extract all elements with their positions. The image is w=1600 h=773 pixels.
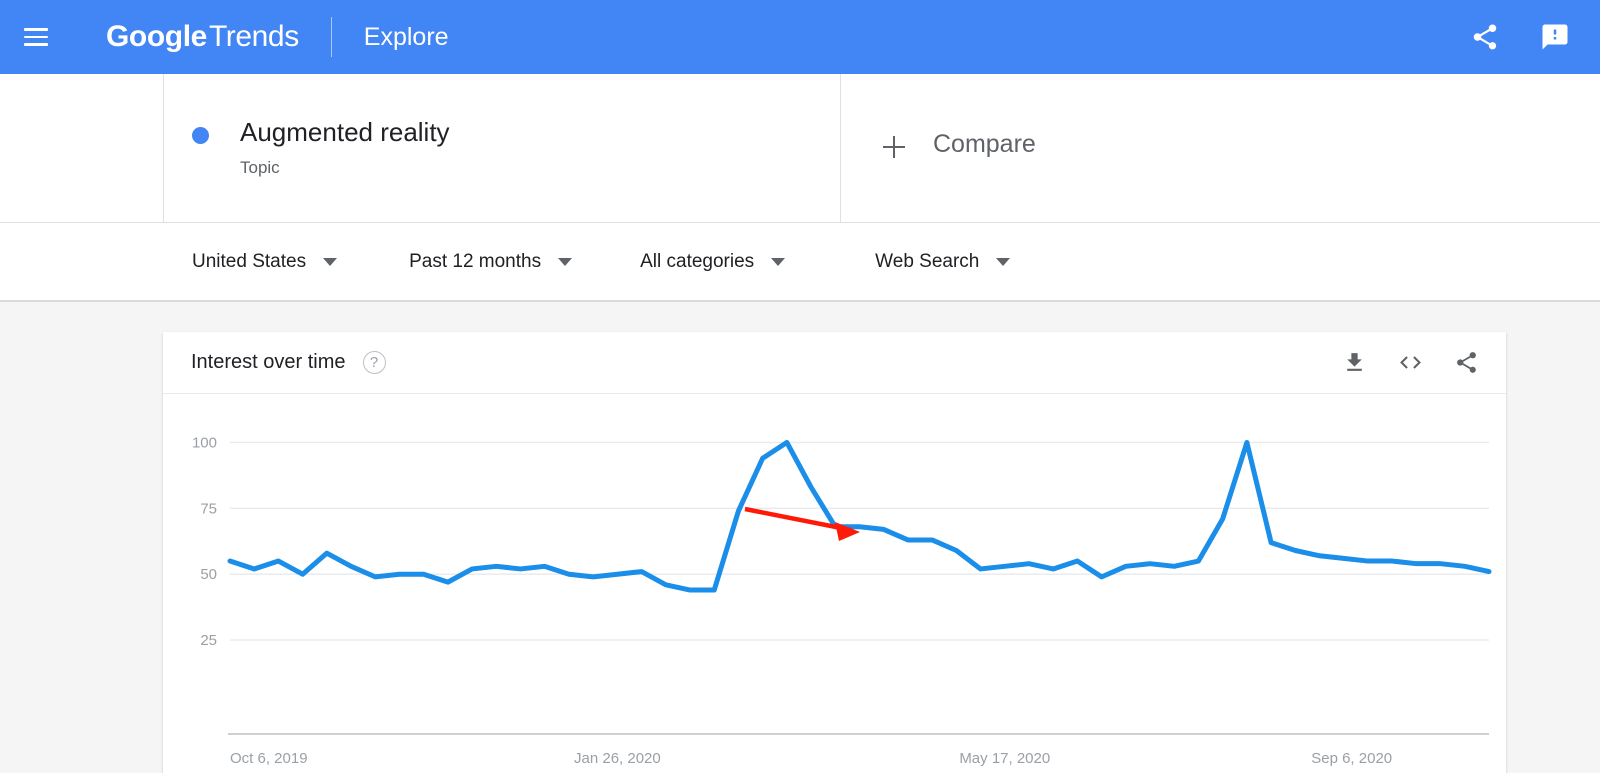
query-row: Augmented reality Topic Compare (0, 74, 1600, 222)
google-trends-logo[interactable]: Google Trends (106, 20, 299, 54)
y-tick-label: 75 (200, 500, 217, 517)
hamburger-bar (24, 43, 48, 46)
hamburger-bar (24, 35, 48, 39)
filter-category-label: All categories (640, 250, 755, 272)
annotation-arrow-shaft (744, 506, 852, 533)
appbar-divider (330, 17, 332, 57)
card-header: Interest over time ? (163, 332, 1506, 394)
chart-area[interactable]: 100 75 50 25 Oct 6, 2019 Jan 26, 2020 May 17,… (163, 394, 1506, 773)
chevron-down-icon (323, 257, 338, 266)
explore-link[interactable]: Explore (364, 23, 449, 52)
card-title: Interest over time (191, 351, 346, 373)
x-tick-label: Oct 6, 2019 (230, 750, 308, 767)
series-color-dot (192, 127, 209, 144)
y-tick-label: 50 (200, 566, 217, 583)
interest-over-time-chart[interactable]: 100 75 50 25 Oct 6, 2019 Jan 26, 2020 May 17,… (163, 394, 1506, 773)
filter-category[interactable]: All categories (640, 250, 786, 273)
chart-x-axis-labels: Oct 6, 2019 Jan 26, 2020 May 17, 2020 Sep 6… (230, 750, 1392, 767)
embed-code-icon[interactable] (1398, 350, 1423, 375)
app-bar: Google Trends Explore (0, 0, 1600, 74)
y-tick-label: 25 (200, 632, 217, 649)
search-term-card[interactable]: Augmented reality Topic (163, 74, 841, 222)
download-icon[interactable] (1342, 350, 1367, 375)
search-term-text: Augmented reality Topic (240, 118, 450, 178)
chevron-down-icon (771, 257, 786, 266)
chart-gridlines (230, 441, 1489, 641)
search-term-type: Topic (240, 157, 280, 177)
feedback-icon[interactable] (1540, 22, 1570, 52)
filter-location[interactable]: United States (192, 250, 338, 273)
filter-bar: United States Past 12 months All categor… (0, 222, 1600, 302)
interest-over-time-card: Interest over time ? 100 75 50 25 Oct 6,… (163, 332, 1506, 773)
plus-icon (883, 136, 905, 158)
filter-search-type[interactable]: Web Search (875, 250, 1011, 273)
brand-trends: Trends (208, 20, 299, 53)
chart-series (227, 439, 1492, 593)
query-left-gutter (0, 74, 163, 222)
chart-line (227, 439, 1492, 593)
chevron-down-icon (558, 257, 573, 266)
chart-y-axis-labels: 100 75 50 25 (192, 434, 217, 649)
filter-timerange-label: Past 12 months (409, 250, 542, 272)
y-tick-label: 100 (192, 434, 217, 451)
x-tick-label: Jan 26, 2020 (574, 750, 661, 767)
filter-timerange[interactable]: Past 12 months (409, 250, 573, 273)
filter-location-label: United States (192, 250, 307, 272)
chevron-down-icon (996, 257, 1011, 266)
brand-google: Google (106, 20, 207, 53)
hamburger-menu-icon[interactable] (24, 22, 54, 52)
help-circle-icon[interactable]: ? (362, 351, 386, 374)
share-icon[interactable] (1454, 350, 1479, 375)
share-icon[interactable] (1470, 22, 1500, 52)
page-root: Google Trends Explore Augmented reality … (0, 0, 1600, 773)
filter-search-type-label: Web Search (875, 250, 980, 272)
compare-label: Compare (933, 130, 1036, 158)
add-compare-button[interactable]: Compare (841, 74, 1600, 222)
app-bar-actions (1470, 22, 1570, 52)
search-term-name: Augmented reality (240, 117, 450, 147)
x-tick-label: Sep 6, 2020 (1311, 750, 1392, 767)
hamburger-bar (24, 28, 48, 31)
x-tick-label: May 17, 2020 (959, 750, 1050, 767)
card-actions (1342, 350, 1479, 375)
